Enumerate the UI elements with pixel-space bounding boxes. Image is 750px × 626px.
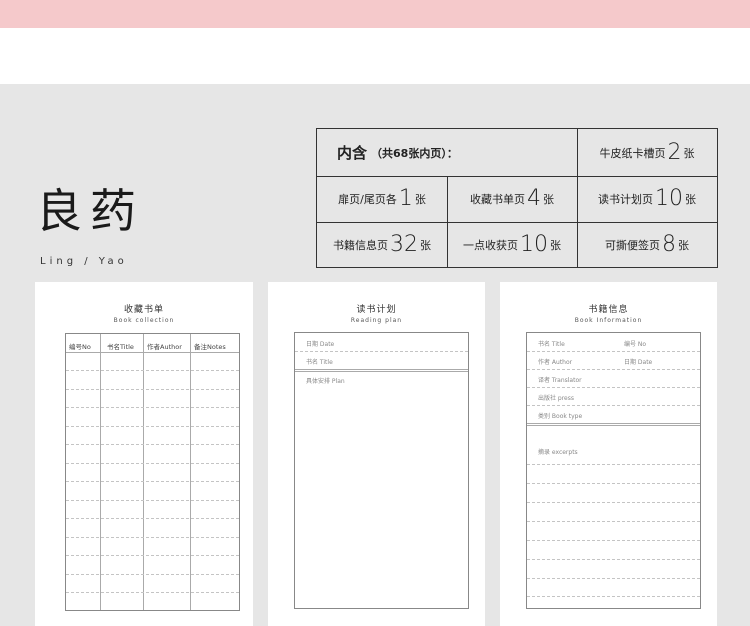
field-label: 日期 Date: [306, 341, 335, 348]
page-book-collection: 收藏书单 Book collection 编号No 书名Title 作者Auth…: [35, 282, 253, 626]
contents-heading-note: （共68张内页）：: [371, 146, 458, 160]
contents-heading: 内含: [337, 144, 368, 162]
top-pink-band: [0, 0, 750, 28]
column-header: 书名Title: [107, 343, 134, 351]
page-title: 收藏书单: [123, 305, 164, 315]
field-label: 译者 Translator: [538, 377, 582, 384]
page-title: 读书计划: [356, 305, 397, 315]
column-header: 作者Author: [147, 343, 182, 351]
field-label: 书名 Title: [538, 341, 565, 348]
field-label: 具体安排 Plan: [306, 378, 345, 385]
field-label: 类别 Book type: [538, 413, 583, 420]
plan-form: 日期 Date 书名 Title 具体安排 Plan: [294, 332, 469, 609]
contents-item-endpaper: 扉页/尾页各 1 张: [338, 186, 426, 211]
page-subtitle: Book Information: [574, 317, 643, 324]
top-white-band: [0, 28, 750, 84]
field-label: 日期 Date: [624, 359, 653, 366]
collection-table: 编号No 书名Title 作者Author 备注Notes: [65, 333, 240, 611]
field-label: 摘录 excerpts: [538, 449, 578, 456]
contents-table: 内含 （共68张内页）： 牛皮纸卡槽页 2 张 扉页/尾页各 1 张 收藏书单页 4 张 读…: [316, 128, 718, 268]
column-header: 编号No: [69, 343, 91, 351]
contents-item-harvest: 一点收获页 10 张: [463, 231, 561, 257]
contents-item-collection: 收藏书单页 4 张: [470, 186, 554, 211]
brand-title: 良药: [36, 184, 144, 238]
field-label: 书名 Title: [306, 359, 333, 366]
page-reading-plan: 读书计划 Reading plan 日期 Date 书名 Title 具体安排 …: [268, 282, 485, 626]
page-book-information: 书籍信息 Book Information 书名 Title 编号 No 作者 …: [500, 282, 717, 626]
contents-item-plan: 读书计划页 10 张: [598, 186, 696, 211]
page-subtitle: Reading plan: [350, 317, 403, 324]
column-header: 备注Notes: [194, 343, 226, 351]
info-form: 书名 Title 编号 No 作者 Author 日期 Date 译者 Tran…: [526, 332, 701, 609]
page-title: 书籍信息: [588, 305, 629, 315]
field-label: 作者 Author: [538, 359, 573, 366]
contents-item-kraft: 牛皮纸卡槽页 2 张: [599, 139, 695, 165]
field-label: 出版社 press: [538, 395, 574, 402]
contents-heading-cell: 内含 （共68张内页）：: [317, 129, 577, 176]
brand-subtitle: Ling / Yao: [40, 256, 128, 267]
contents-item-info: 书籍信息页 32 张: [333, 231, 431, 257]
contents-item-sticky: 可撕便签页 8 张: [605, 231, 689, 257]
field-label: 编号 No: [624, 341, 647, 348]
page-subtitle: Book collection: [113, 317, 175, 324]
